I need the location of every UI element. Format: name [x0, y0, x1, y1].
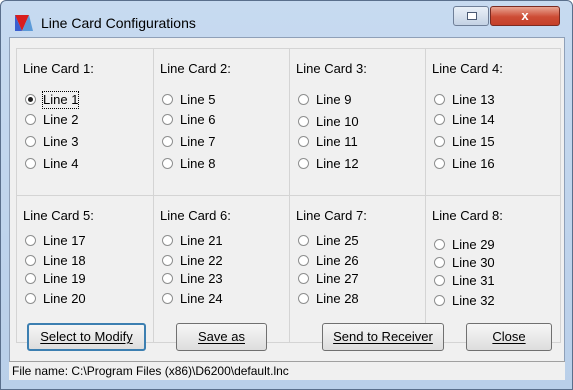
- radio-button-icon[interactable]: [434, 114, 445, 125]
- line-card-title: Line Card 3:: [296, 61, 367, 76]
- radio-button-icon[interactable]: [298, 94, 309, 105]
- radio-button-icon[interactable]: [434, 94, 445, 105]
- line-option-label: Line 21: [180, 233, 223, 248]
- save-as-button[interactable]: Save as: [176, 323, 267, 351]
- line-card-3: Line Card 3: Line 9 Line 10 Line 11 Line 12: [290, 49, 426, 196]
- line-option-label: Line 32: [452, 293, 495, 308]
- line-option-label: Line 9: [316, 92, 352, 107]
- line-option-label: Line 1: [41, 91, 80, 109]
- line-option-label: Line 12: [316, 156, 359, 171]
- radio-button-icon[interactable]: [25, 273, 36, 284]
- line-option-label: Line 26: [316, 253, 359, 268]
- line-option-label: Line 10: [316, 114, 359, 129]
- file-name-label: File name: C:\Program Files (x86)\D6200\…: [12, 364, 289, 378]
- window-title: Line Card Configurations: [41, 15, 196, 31]
- line-option-label: Line 27: [316, 271, 359, 286]
- radio-button-icon[interactable]: [25, 158, 36, 169]
- line-option-label: Line 29: [452, 237, 495, 252]
- close-icon: x: [521, 8, 529, 23]
- line-option-label: Line 14: [452, 112, 495, 127]
- radio-button-icon[interactable]: [434, 239, 445, 250]
- window-close-button[interactable]: x: [490, 6, 560, 26]
- line-option-label: Line 25: [316, 233, 359, 248]
- line-option-label: Line 19: [43, 271, 86, 286]
- radio-button-icon[interactable]: [434, 275, 445, 286]
- line-option-label: Line 18: [43, 253, 86, 268]
- radio-button-icon[interactable]: [298, 273, 309, 284]
- line-card-title: Line Card 7:: [296, 208, 367, 223]
- app-icon: [15, 15, 33, 31]
- line-card-8: Line Card 8: Line 29 Line 30 Line 31 Line 32: [426, 196, 560, 342]
- radio-button-icon[interactable]: [162, 94, 173, 105]
- line-option-label: Line 17: [43, 233, 86, 248]
- line-option-label: Line 13: [452, 92, 495, 107]
- line-option-label: Line 5: [180, 92, 216, 107]
- title-bar[interactable]: Line Card Configurations x: [1, 1, 572, 37]
- select-to-modify-button[interactable]: Select to Modify: [27, 323, 146, 351]
- radio-button-icon[interactable]: [298, 158, 309, 169]
- line-card-7: Line Card 7: Line 25 Line 26 Line 27 Line 28: [290, 196, 426, 342]
- line-option-label: Line 3: [43, 134, 79, 149]
- line-option-label: Line 16: [452, 156, 495, 171]
- radio-button-icon[interactable]: [25, 94, 36, 105]
- radio-button-icon[interactable]: [298, 235, 309, 246]
- line-option-label: Line 20: [43, 291, 86, 306]
- restore-button[interactable]: [453, 6, 489, 26]
- line-option-label: Line 2: [43, 112, 79, 127]
- line-card-title: Line Card 5:: [23, 208, 94, 223]
- line-option-label: Line 4: [43, 156, 79, 171]
- radio-button-icon[interactable]: [162, 114, 173, 125]
- radio-button-icon[interactable]: [25, 293, 36, 304]
- restore-icon: [467, 12, 477, 20]
- line-option-label: Line 24: [180, 291, 223, 306]
- line-option-label: Line 23: [180, 271, 223, 286]
- send-to-receiver-button[interactable]: Send to Receiver: [322, 323, 444, 351]
- line-option-label: Line 7: [180, 134, 216, 149]
- line-option-label: Line 22: [180, 253, 223, 268]
- radio-button-icon[interactable]: [162, 158, 173, 169]
- line-card-title: Line Card 6:: [160, 208, 231, 223]
- line-option-label: Line 6: [180, 112, 216, 127]
- line-card-6: Line Card 6: Line 21 Line 22 Line 23 Line 24: [154, 196, 290, 342]
- line-option-label: Line 8: [180, 156, 216, 171]
- radio-button-icon[interactable]: [162, 273, 173, 284]
- line-card-title: Line Card 2:: [160, 61, 231, 76]
- dialog-window: Line Card Configurations x Line Card 1: L…: [0, 0, 573, 390]
- line-option-label: Line 28: [316, 291, 359, 306]
- line-option-label: Line 31: [452, 273, 495, 288]
- radio-button-icon[interactable]: [162, 293, 173, 304]
- line-option-label: Line 11: [316, 134, 358, 149]
- radio-button-icon[interactable]: [25, 136, 36, 147]
- line-card-grid: Line Card 1: Line 1 Line 2 Line 3 Line 4 Line…: [16, 48, 561, 343]
- status-bar: File name: C:\Program Files (x86)\D6200\…: [9, 361, 565, 380]
- radio-button-icon[interactable]: [162, 255, 173, 266]
- line-card-5: Line Card 5: Line 17 Line 18 Line 19 Line 20: [17, 196, 154, 342]
- line-card-title: Line Card 1:: [23, 61, 94, 76]
- line-option-label: Line 15: [452, 134, 495, 149]
- radio-button-icon[interactable]: [162, 235, 173, 246]
- radio-button-icon[interactable]: [434, 136, 445, 147]
- line-card-4: Line Card 4: Line 13 Line 14 Line 15 Line 16: [426, 49, 560, 196]
- radio-button-icon[interactable]: [298, 116, 309, 127]
- radio-button-icon[interactable]: [298, 255, 309, 266]
- line-card-title: Line Card 4:: [432, 61, 503, 76]
- line-card-2: Line Card 2: Line 5 Line 6 Line 7 Line 8: [154, 49, 290, 196]
- radio-button-icon[interactable]: [25, 114, 36, 125]
- radio-button-icon[interactable]: [25, 255, 36, 266]
- line-card-1: Line Card 1: Line 1 Line 2 Line 3 Line 4: [17, 49, 154, 196]
- radio-button-icon[interactable]: [25, 235, 36, 246]
- radio-button-icon[interactable]: [434, 295, 445, 306]
- radio-button-icon[interactable]: [162, 136, 173, 147]
- line-card-title: Line Card 8:: [432, 208, 503, 223]
- radio-button-icon[interactable]: [298, 293, 309, 304]
- radio-button-icon[interactable]: [434, 257, 445, 268]
- close-button[interactable]: Close: [466, 323, 552, 351]
- radio-button-icon[interactable]: [434, 158, 445, 169]
- line-option-label: Line 30: [452, 255, 495, 270]
- dialog-body: Line Card 1: Line 1 Line 2 Line 3 Line 4 Line…: [9, 37, 565, 380]
- radio-button-icon[interactable]: [298, 136, 309, 147]
